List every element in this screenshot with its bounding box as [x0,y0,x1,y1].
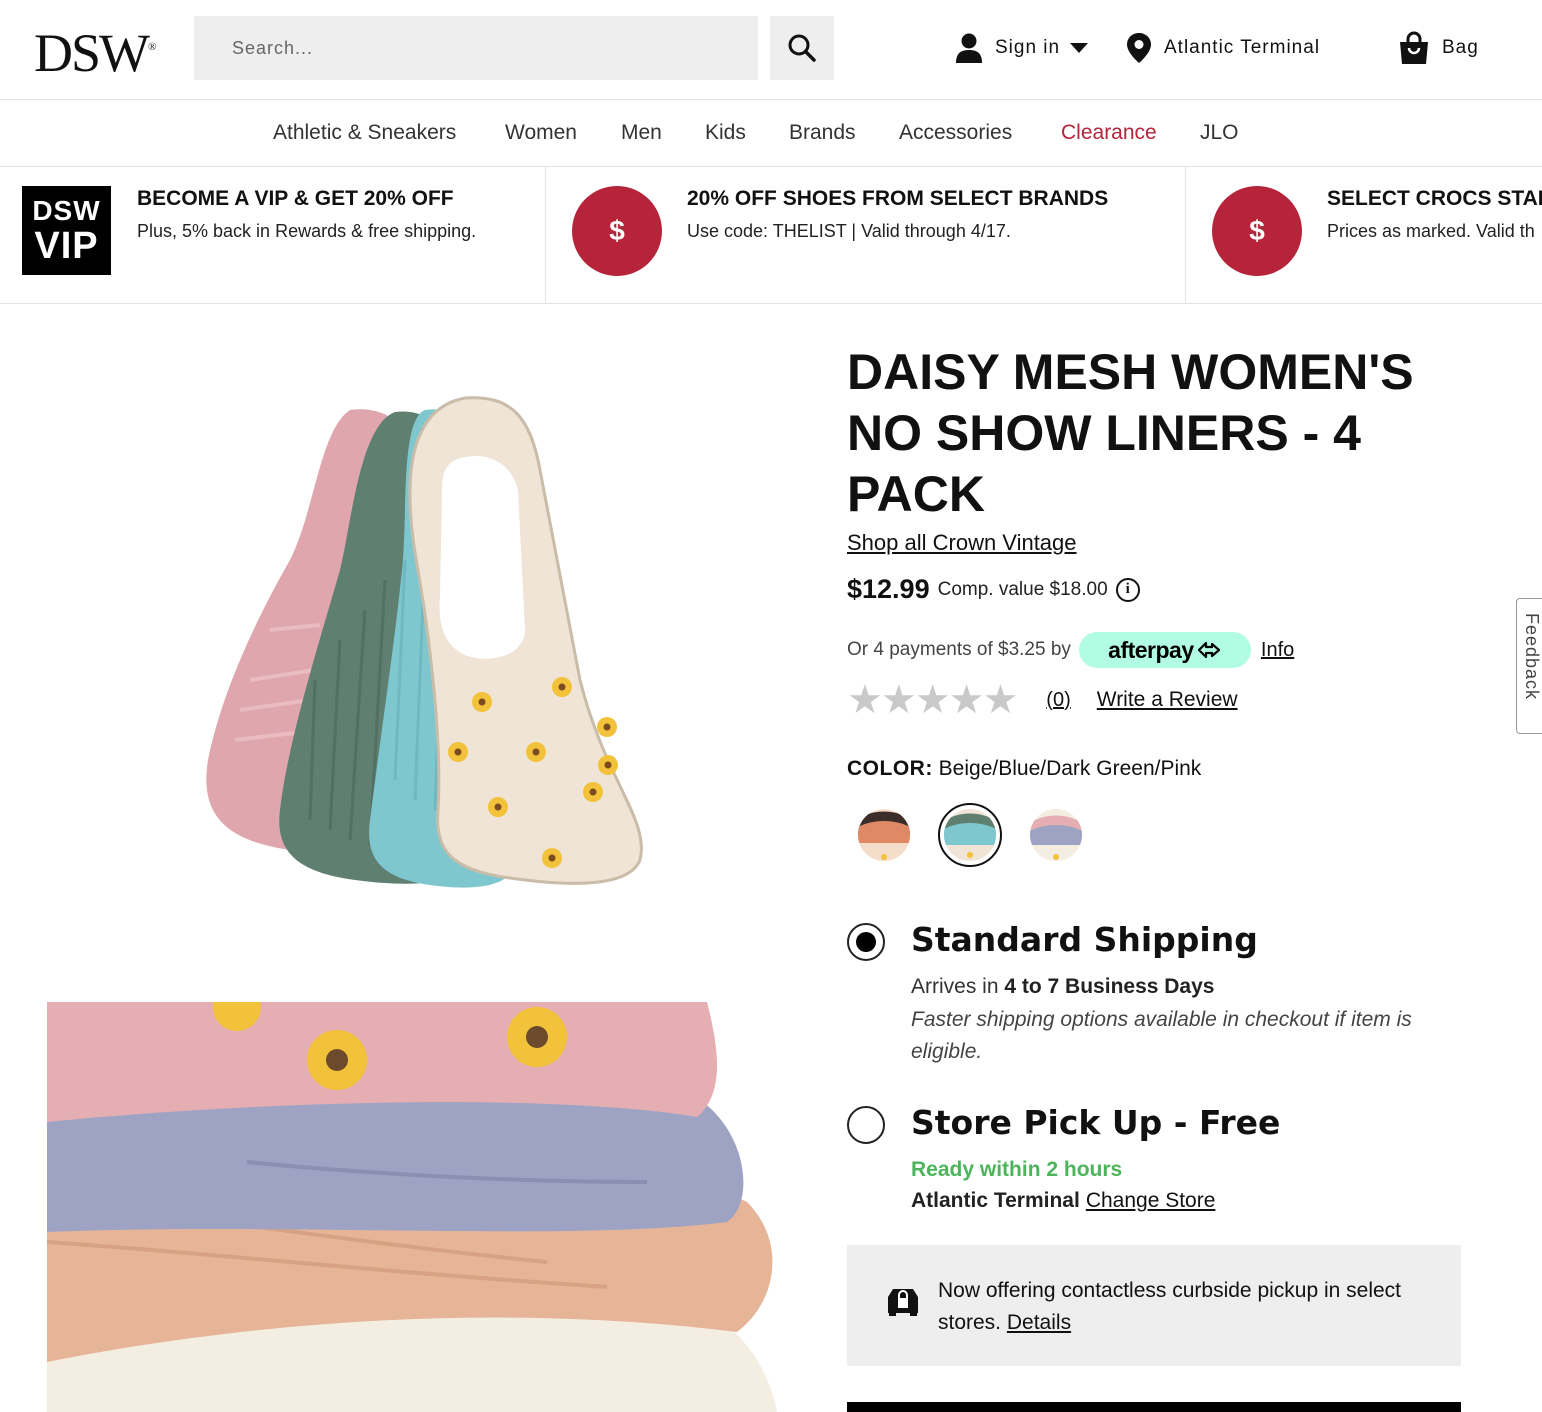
promo-title: BECOME A VIP & GET 20% OFF [137,187,454,210]
rating-row: ★★★★★ (0) Write a Review [847,680,1238,720]
nav-athletic-sneakers[interactable]: Athletic & Sneakers [273,121,456,145]
nav-accessories[interactable]: Accessories [899,121,1012,145]
curbside-bag-icon [888,1289,918,1316]
nav-clearance[interactable]: Clearance [1061,121,1157,145]
faster-shipping-note: Faster shipping options available in che… [911,1008,1412,1063]
site-header: DSW® Sign in Atlantic Terminal Bag [0,0,1542,100]
arrival-estimate: Arrives in 4 to 7 Business Days [911,975,1215,998]
bag-label: Bag [1442,37,1479,58]
feedback-tab[interactable]: Feedback [1516,598,1542,734]
product-title: DAISY MESH WOMEN'S NO SHOW LINERS - 4 PA… [847,344,1414,522]
rating-stars: ★★★★★ [847,678,1018,722]
location-pin-icon [1127,33,1151,63]
product-image-detail[interactable] [47,1002,777,1412]
curbside-details-link[interactable]: Details [1007,1311,1071,1334]
afterpay-row: Or 4 payments of $3.25 by afterpay Info [847,632,1294,668]
nav-brands[interactable]: Brands [789,121,856,145]
price-row: $12.99 Comp. value $18.00 i [847,574,1140,605]
nav-kids[interactable]: Kids [705,121,746,145]
bag-button[interactable]: Bag [1398,28,1479,68]
store-pickup-title: Store Pick Up - Free [911,1103,1281,1142]
nav-men[interactable]: Men [621,121,662,145]
store-label: Atlantic Terminal [1164,37,1321,58]
pickup-store-line: Atlantic Terminal Change Store [911,1189,1215,1213]
product-price: $12.99 [847,574,930,604]
search-icon [788,34,816,62]
promo-select-brands[interactable]: $ 20% OFF SHOES FROM SELECT BRANDS Use c… [546,167,1185,303]
color-value: Beige/Blue/Dark Green/Pink [938,757,1202,780]
afterpay-text: Or 4 payments of $3.25 by [847,639,1071,660]
add-to-bag-button[interactable] [847,1402,1461,1412]
sign-in-menu[interactable]: Sign in [955,28,1089,68]
sign-in-label: Sign in [995,37,1061,58]
dollar-icon: $ [572,186,662,276]
afterpay-logo: afterpay [1078,632,1251,668]
nav-women[interactable]: Women [505,121,577,145]
promo-crocs[interactable]: $ SELECT CROCS STAR Prices as marked. Va… [1186,167,1542,303]
search-button[interactable] [770,16,834,80]
pickup-ready-time: Ready within 2 hours [911,1158,1123,1181]
change-store-link[interactable]: Change Store [1086,1189,1216,1212]
product-image-main[interactable] [180,380,680,900]
caret-down-icon [1070,43,1089,53]
shop-brand-link[interactable]: Shop all Crown Vintage [847,530,1077,556]
color-selection-label: COLOR: Beige/Blue/Dark Green/Pink [847,757,1202,780]
info-icon[interactable]: i [1115,577,1140,602]
afterpay-arrow-icon [1197,641,1220,659]
curbside-text: Now offering contactless curbside pickup… [938,1279,1402,1334]
promo-title: 20% OFF SHOES FROM SELECT BRANDS [687,187,1109,210]
vip-badge: DSW VIP [22,186,111,275]
promo-subtitle: Prices as marked. Valid th [1327,221,1535,241]
promo-subtitle: Use code: THELIST | Valid through 4/17. [687,221,1011,241]
standard-shipping-title: Standard Shipping [911,920,1258,959]
promo-strip: DSW VIP BECOME A VIP & GET 20% OFF Plus,… [0,167,1542,304]
dollar-icon: $ [1212,186,1302,276]
promo-subtitle: Plus, 5% back in Rewards & free shipping… [137,221,477,241]
main-nav: Athletic & Sneakers Women Men Kids Brand… [0,101,1542,167]
user-icon [956,33,982,63]
nav-jlo[interactable]: JLO [1200,121,1239,145]
color-swatch-orange-multi[interactable] [858,809,910,861]
color-swatch-beige-blue-multi[interactable] [944,809,996,861]
search-input[interactable] [194,16,758,80]
review-count-link[interactable]: (0) [1046,689,1070,712]
curbside-banner: Now offering contactless curbside pickup… [847,1245,1461,1366]
store-pickup-radio[interactable] [847,1106,885,1144]
promo-title: SELECT CROCS STAR [1327,187,1542,210]
comp-value: Comp. value $18.00 [937,578,1108,600]
afterpay-info-link[interactable]: Info [1261,639,1294,662]
shopping-bag-icon [1400,31,1428,64]
color-swatch-pink-multi[interactable] [1030,809,1082,861]
store-selector[interactable]: Atlantic Terminal [1126,28,1320,68]
promo-vip[interactable]: DSW VIP BECOME A VIP & GET 20% OFF Plus,… [0,167,545,303]
standard-shipping-radio[interactable] [847,923,885,961]
pickup-store-name: Atlantic Terminal [911,1189,1080,1212]
write-review-link[interactable]: Write a Review [1097,688,1238,712]
dsw-logo[interactable]: DSW® [34,22,156,80]
